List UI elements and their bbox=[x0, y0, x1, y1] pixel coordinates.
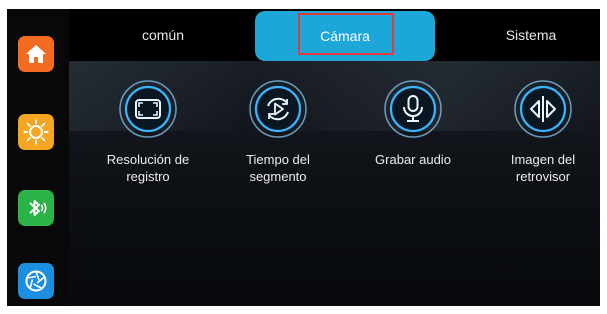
tab-comun-label: común bbox=[141, 27, 185, 43]
tab-sistema-label: Sistema bbox=[505, 27, 557, 43]
tab-comun[interactable]: común bbox=[103, 9, 223, 61]
feature-resolution-label-1: Resolución de bbox=[106, 152, 190, 167]
sidebar bbox=[7, 9, 69, 306]
feature-segment-time[interactable]: Tiempo del segmento bbox=[218, 79, 338, 185]
resolution-icon bbox=[118, 79, 178, 139]
screen: común Cámara Sistema Resolución de regis… bbox=[7, 9, 600, 306]
tab-bar: común Cámara Sistema bbox=[69, 9, 600, 61]
tab-highlight-box bbox=[298, 13, 394, 55]
feature-mirror-image-label-1: Imagen del bbox=[510, 152, 576, 167]
feature-mirror-image-label-2: retrovisor bbox=[515, 169, 571, 184]
feature-mirror-image[interactable]: Imagen del retrovisor bbox=[483, 79, 600, 185]
sidebar-item-bluetooth[interactable] bbox=[18, 190, 54, 226]
bluetooth-icon bbox=[23, 195, 49, 221]
brightness-icon bbox=[23, 119, 49, 145]
microphone-icon bbox=[383, 79, 443, 139]
home-icon bbox=[24, 42, 48, 66]
feature-segment-time-label-2: segmento bbox=[249, 169, 307, 184]
feature-resolution[interactable]: Resolución de registro bbox=[88, 79, 208, 185]
feature-segment-time-label-1: Tiempo del bbox=[246, 152, 310, 167]
camera-settings-panel: Resolución de registro Tiempo del segmen… bbox=[69, 61, 600, 306]
feature-resolution-label-2: registro bbox=[126, 169, 170, 184]
feature-record-audio-label-1: Grabar audio bbox=[375, 152, 451, 167]
tab-sistema[interactable]: Sistema bbox=[471, 9, 591, 61]
sidebar-item-home[interactable] bbox=[18, 36, 54, 72]
sidebar-item-camera[interactable] bbox=[18, 263, 54, 299]
segment-time-icon bbox=[248, 79, 308, 139]
camera-aperture-icon bbox=[24, 269, 48, 293]
sidebar-item-brightness[interactable] bbox=[18, 114, 54, 150]
mirror-image-icon bbox=[513, 79, 573, 139]
feature-record-audio[interactable]: Grabar audio bbox=[353, 79, 473, 168]
